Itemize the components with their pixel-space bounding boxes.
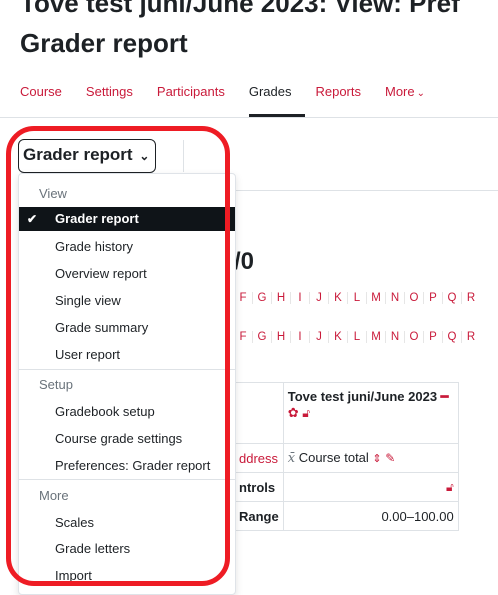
initial-filter-l[interactable]: L (347, 331, 366, 343)
initial-filter-f[interactable]: F (234, 292, 252, 304)
page-title-line1: Tove test juni/June 2023: View: Pref (20, 0, 460, 18)
course-header: Tove test juni/June 2023 (287, 389, 438, 404)
tab-reports[interactable]: Reports (315, 84, 361, 116)
sort-icon[interactable]: ⇕ (372, 453, 381, 465)
course-header-cell: Tove test juni/June 2023 ━ ✿ 🔓︎ (282, 382, 459, 444)
tab-more-label: More (385, 84, 415, 99)
gear-icon[interactable]: ✿ (288, 405, 299, 420)
initial-filter-m[interactable]: M (366, 331, 385, 343)
initial-filter-p[interactable]: P (423, 331, 442, 343)
table-corner (234, 382, 284, 444)
controls-cell: 🔓︎ (282, 472, 459, 502)
initial-filter-i[interactable]: I (290, 292, 309, 304)
initials-filter-row-2: FGHIJKLMNOPQR (234, 331, 480, 343)
course-total-label: Course total (298, 450, 369, 465)
unlock-icon[interactable]: 🔓︎ (446, 480, 454, 494)
initial-filter-q[interactable]: Q (442, 331, 461, 343)
email-column-header[interactable]: ddress (234, 443, 284, 473)
user-heading-fragment: /0 (234, 248, 255, 275)
initial-filter-h[interactable]: H (271, 292, 290, 304)
course-total-cell: x̄ Course total ⇕ ✎ (282, 443, 459, 473)
initial-filter-j[interactable]: J (309, 331, 328, 343)
highlight-annotation (6, 126, 230, 586)
tab-grades[interactable]: Grades (249, 84, 292, 116)
initial-filter-m[interactable]: M (366, 292, 385, 304)
nav-divider (0, 117, 498, 118)
initial-filter-o[interactable]: O (404, 292, 423, 304)
initials-filter-row-1: FGHIJKLMNOPQR (234, 292, 480, 304)
initial-filter-n[interactable]: N (385, 331, 404, 343)
initial-filter-h[interactable]: H (271, 331, 290, 343)
tab-more[interactable]: More ⌄ (385, 84, 425, 116)
initial-filter-i[interactable]: I (290, 331, 309, 343)
initial-filter-k[interactable]: K (328, 331, 347, 343)
initial-filter-p[interactable]: P (423, 292, 442, 304)
chevron-down-icon: ⌄ (416, 88, 426, 99)
range-value: 0.00–100.00 (282, 501, 459, 531)
edit-icon[interactable]: ✎ (385, 451, 395, 465)
initial-filter-f[interactable]: F (234, 331, 252, 343)
tab-participants[interactable]: Participants (157, 84, 225, 116)
initial-filter-k[interactable]: K (328, 292, 347, 304)
grader-table: Tove test juni/June 2023 ━ ✿ 🔓︎ ddress x… (234, 382, 459, 531)
page-title: Grader report (20, 28, 188, 58)
tab-settings[interactable]: Settings (86, 84, 133, 116)
collapse-icon[interactable]: ━ (441, 389, 449, 404)
initial-filter-g[interactable]: G (252, 292, 271, 304)
initial-filter-o[interactable]: O (404, 331, 423, 343)
initial-filter-j[interactable]: J (309, 292, 328, 304)
controls-label: ntrols (234, 472, 284, 502)
initial-filter-g[interactable]: G (252, 331, 271, 343)
initial-filter-n[interactable]: N (385, 292, 404, 304)
initial-filter-l[interactable]: L (347, 292, 366, 304)
initial-filter-r[interactable]: R (461, 292, 480, 304)
tab-course[interactable]: Course (20, 84, 62, 116)
initial-filter-q[interactable]: Q (442, 292, 461, 304)
initial-filter-r[interactable]: R (461, 331, 480, 343)
range-label: Range (234, 501, 284, 531)
unlock-icon[interactable]: 🔓︎ (302, 406, 310, 420)
mean-icon: x̄ (287, 451, 296, 466)
secondary-nav: Course Settings Participants Grades Repo… (20, 84, 449, 116)
content-divider (236, 190, 498, 191)
